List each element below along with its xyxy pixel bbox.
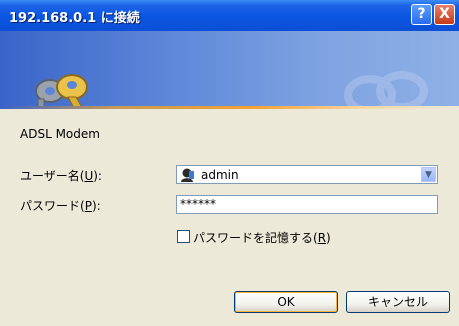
username-value: admin xyxy=(201,168,239,182)
ok-button[interactable]: OK xyxy=(234,291,338,313)
help-button[interactable]: ? xyxy=(411,4,432,25)
username-label: ユーザー名(U): xyxy=(20,169,102,183)
remember-password-checkbox[interactable] xyxy=(177,230,190,243)
keys-icon xyxy=(35,74,88,106)
chevron-down-icon[interactable]: ▼ xyxy=(421,167,436,182)
user-icon xyxy=(181,168,194,182)
title-bar[interactable]: 192.168.0.1 に接続 ? X xyxy=(0,0,459,31)
password-field[interactable]: ****** xyxy=(176,195,438,214)
login-dialog: 192.168.0.1 に接続 ? X ADSL Modem ユーザー名(U): xyxy=(0,0,459,326)
password-label: パスワード(P): xyxy=(20,199,101,213)
banner-accent-line xyxy=(0,106,459,109)
cancel-button[interactable]: キャンセル xyxy=(346,291,450,313)
close-button[interactable]: X xyxy=(434,4,455,25)
username-combobox[interactable]: admin ▼ xyxy=(176,165,438,184)
device-name: ADSL Modem xyxy=(20,127,100,141)
dialog-banner xyxy=(0,31,459,106)
keys-watermark-icon xyxy=(344,71,428,106)
password-value: ****** xyxy=(180,197,216,211)
remember-password-label[interactable]: パスワードを記憶する(R) xyxy=(193,229,331,246)
window-title: 192.168.0.1 に接続 xyxy=(9,11,140,26)
